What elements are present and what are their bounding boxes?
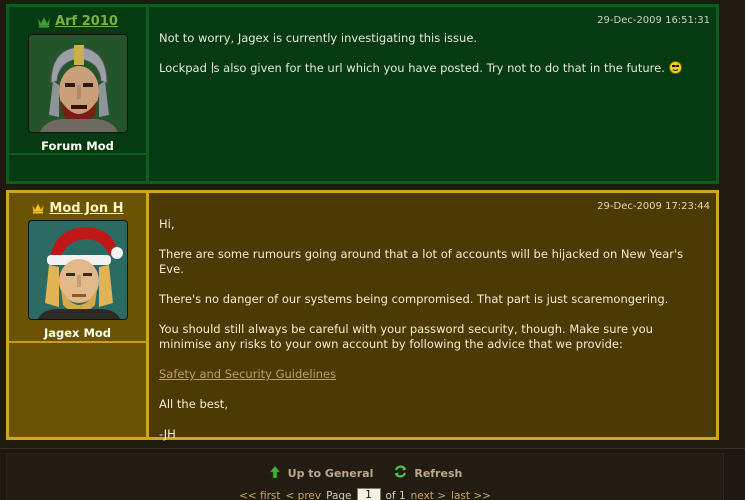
next-page-link[interactable]: next > <box>411 490 446 500</box>
up-arrow-icon[interactable] <box>268 465 282 482</box>
post-author-panel: Arf 2010 Forum Mod <box>9 7 149 181</box>
author-name-link[interactable]: Arf 2010 <box>55 14 118 29</box>
smiley-icon <box>668 61 682 78</box>
avatar <box>27 33 128 133</box>
post-text-line: All the best, <box>159 397 228 411</box>
page-label: Page <box>326 489 352 500</box>
first-page-link[interactable]: << first <box>239 490 280 500</box>
page-count-label: of 1 <box>385 489 406 500</box>
last-page-link[interactable]: last >> <box>451 490 491 500</box>
user-role-label: Jagex Mod <box>43 326 112 340</box>
up-to-general-link[interactable]: Up to General <box>288 467 374 480</box>
post-text-line: You should still always be careful with … <box>159 322 653 351</box>
thread-nav: Up to General Refresh <box>7 464 723 482</box>
forum-post-mod-jon-h: Mod Jon H Jagex Mod 29-Dec-2009 17:23:44… <box>6 190 719 441</box>
user-role-label: Forum Mod <box>41 139 114 153</box>
post-body: 29-Dec-2009 17:23:44 Hi, There are some … <box>149 193 716 441</box>
forum-post-arf-2010: Arf 2010 Forum Mod 29-Dec-2009 16:51:31 … <box>6 4 719 184</box>
avatar <box>27 220 128 320</box>
refresh-icon[interactable] <box>393 464 408 482</box>
post-timestamp: 29-Dec-2009 17:23:44 <box>597 201 710 212</box>
crown-icon <box>37 16 51 28</box>
author-name-link[interactable]: Mod Jon H <box>49 201 123 216</box>
page-number-input[interactable]: 1 <box>356 488 381 500</box>
safety-guidelines-link[interactable]: Safety and Security Guidelines <box>159 367 336 381</box>
post-text-line: Not to worry, Jagex is currently investi… <box>159 31 478 45</box>
post-text-line: Hi, <box>159 217 175 231</box>
post-text-line: There are some rumours going around that… <box>159 247 684 276</box>
thread-footer: Up to General Refresh << first < prev Pa… <box>0 448 745 500</box>
pagination: << first < prev Page 1 of 1 next > last … <box>7 488 723 500</box>
text-cursor <box>211 62 213 73</box>
page-edge <box>725 0 745 448</box>
post-body: 29-Dec-2009 16:51:31 Not to worry, Jagex… <box>149 7 716 181</box>
post-author-panel: Mod Jon H Jagex Mod <box>9 193 149 437</box>
crown-icon <box>31 202 45 214</box>
post-text-line: There's no danger of our systems being c… <box>159 292 669 306</box>
post-timestamp: 29-Dec-2009 16:51:31 <box>597 15 710 26</box>
post-text-line: Lockpad s also given for the url which y… <box>159 61 706 78</box>
refresh-link[interactable]: Refresh <box>414 467 462 480</box>
prev-page-link[interactable]: < prev <box>286 490 322 500</box>
post-signature: -JH <box>159 427 176 441</box>
